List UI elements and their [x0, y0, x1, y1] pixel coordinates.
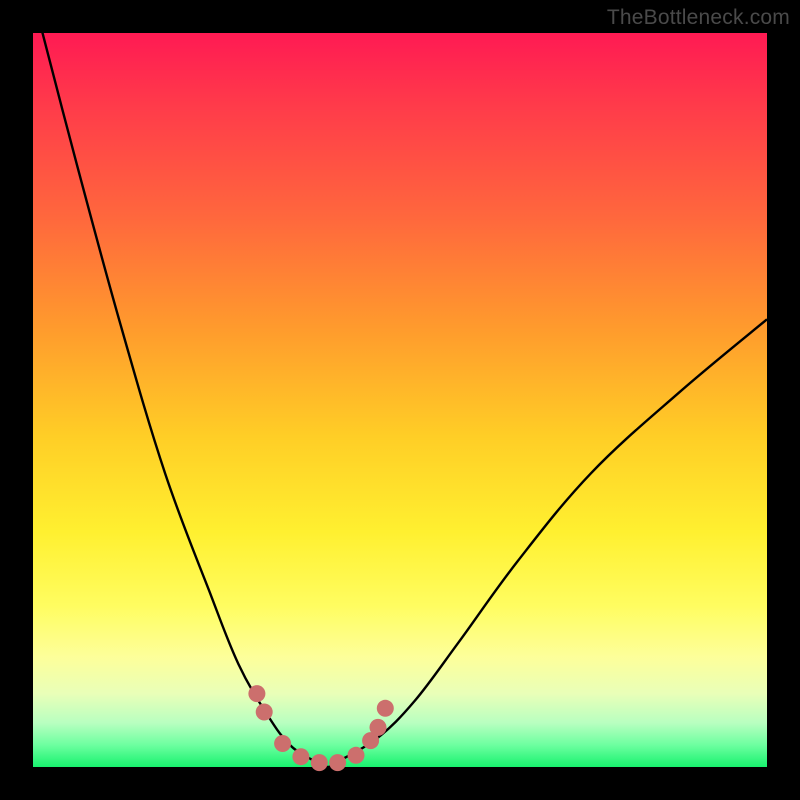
watermark-text: TheBottleneck.com	[607, 6, 790, 30]
chart-overlay-svg	[33, 33, 767, 767]
bottleneck-curve	[33, 0, 767, 767]
chart-stage: TheBottleneck.com	[0, 0, 800, 800]
marker-dot	[348, 747, 365, 764]
marker-dot	[370, 719, 387, 736]
marker-dot	[256, 704, 273, 721]
marker-dot	[248, 685, 265, 702]
marker-dot	[274, 735, 291, 752]
marker-dot	[292, 748, 309, 765]
marker-dot	[329, 754, 346, 771]
marker-dot	[311, 754, 328, 771]
marker-group	[248, 685, 393, 771]
marker-dot	[377, 700, 394, 717]
